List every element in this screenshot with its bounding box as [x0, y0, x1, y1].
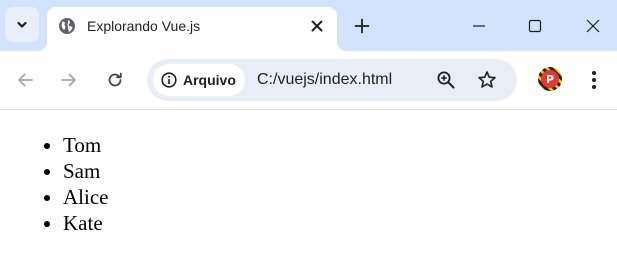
close-icon [311, 20, 323, 32]
maximize-button[interactable] [523, 14, 547, 38]
zoom-in-icon [437, 71, 455, 89]
close-icon [586, 19, 600, 33]
list-item: Tom [63, 132, 108, 158]
minimize-icon [473, 25, 485, 27]
plus-icon [354, 18, 370, 34]
window-close-button[interactable] [581, 14, 605, 38]
tab-title: Explorando Vue.js [87, 18, 201, 34]
browser-menu-button[interactable] [583, 67, 605, 93]
list-item: Sam [63, 158, 108, 184]
site-info-label: Arquivo [183, 72, 236, 88]
tab-strip: Explorando Vue.js [0, 0, 617, 51]
profile-avatar[interactable]: P [538, 67, 562, 91]
arrow-right-icon [61, 73, 76, 87]
url-text[interactable]: C:/vuejs/index.html [257, 70, 392, 90]
new-tab-button[interactable] [350, 14, 374, 38]
tab-close-button[interactable] [306, 15, 328, 37]
browser-toolbar: Arquivo C:/vuejs/index.html P [0, 51, 617, 110]
name-list: Tom Sam Alice Kate [0, 132, 108, 236]
globe-icon [59, 18, 75, 34]
arrow-left-icon [18, 73, 33, 87]
info-icon [161, 72, 177, 88]
list-item: Kate [63, 210, 108, 236]
bookmark-button[interactable] [476, 69, 498, 91]
page-content: Tom Sam Alice Kate [0, 110, 617, 256]
more-vert-icon [592, 71, 596, 89]
list-item: Alice [63, 184, 108, 210]
reload-icon [108, 72, 122, 87]
active-tab[interactable]: Explorando Vue.js [37, 7, 347, 51]
minimize-button[interactable] [467, 14, 491, 38]
back-button[interactable] [12, 67, 38, 93]
zoom-button[interactable] [435, 69, 457, 91]
star-icon [478, 71, 496, 88]
address-bar[interactable]: Arquivo C:/vuejs/index.html [147, 59, 517, 101]
site-info-chip[interactable]: Arquivo [153, 64, 245, 96]
profile-initial: P [541, 70, 559, 88]
maximize-icon [528, 19, 542, 33]
chevron-down-icon [17, 21, 27, 28]
tab-search-button[interactable] [5, 7, 39, 42]
reload-button[interactable] [102, 67, 128, 93]
forward-button[interactable] [56, 67, 82, 93]
